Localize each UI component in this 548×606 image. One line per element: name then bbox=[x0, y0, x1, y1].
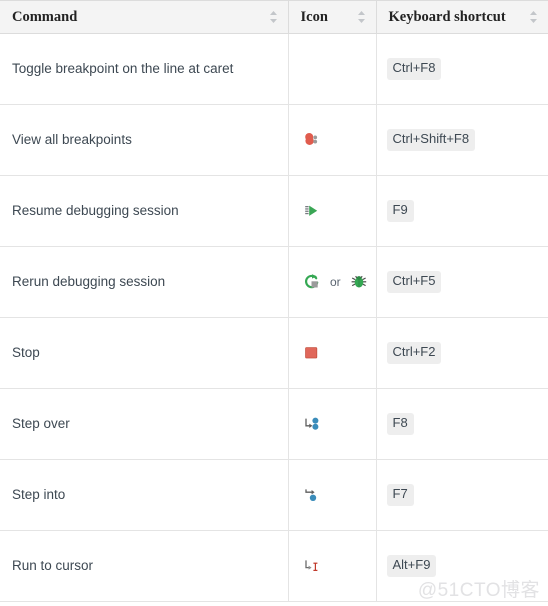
table-row: View all breakpoints Ctrl+Shift+F8 bbox=[0, 104, 548, 176]
header-row: Command Icon Keyboard shortcut bbox=[0, 0, 548, 34]
column-header-command[interactable]: Command bbox=[0, 0, 289, 34]
shortcut-cell: Ctrl+F5 bbox=[376, 246, 548, 318]
shortcut-badge: Ctrl+Shift+F8 bbox=[386, 129, 476, 151]
column-header-keyboard-shortcut-label: Keyboard shortcut bbox=[388, 8, 506, 25]
table-row: Stop Ctrl+F2 bbox=[0, 317, 548, 389]
shortcut-badge: F7 bbox=[386, 484, 414, 506]
table-row: Rerun debugging session or Ctrl+F5 bbox=[0, 246, 548, 318]
command-cell: Toggle breakpoint on the line at caret bbox=[0, 33, 289, 105]
column-header-command-label: Command bbox=[12, 8, 78, 25]
shortcut-badge: Ctrl+F8 bbox=[386, 58, 442, 80]
shortcut-badge: Ctrl+F2 bbox=[386, 342, 442, 364]
shortcut-badge: Alt+F9 bbox=[386, 555, 437, 577]
resume-program-icon bbox=[304, 205, 317, 216]
command-cell: Run to cursor bbox=[0, 530, 289, 602]
debug-bug-icon bbox=[351, 275, 367, 288]
sort-updown-icon[interactable] bbox=[529, 10, 538, 24]
table-row: Toggle breakpoint on the line at caret C… bbox=[0, 33, 548, 105]
command-cell: Resume debugging session bbox=[0, 175, 289, 247]
command-cell: View all breakpoints bbox=[0, 104, 289, 176]
shortcut-cell: F7 bbox=[376, 459, 548, 531]
command-cell: Step over bbox=[0, 388, 289, 460]
command-cell: Stop bbox=[0, 317, 289, 389]
shortcut-badge: F8 bbox=[386, 413, 414, 435]
table-row: Resume debugging session F9 bbox=[0, 175, 548, 247]
table-row: Step over F8 bbox=[0, 388, 548, 460]
icon-cell bbox=[288, 388, 377, 460]
table-header: Command Icon Keyboard shortcut bbox=[0, 0, 548, 34]
command-cell: Step into bbox=[0, 459, 289, 531]
column-header-keyboard-shortcut[interactable]: Keyboard shortcut bbox=[376, 0, 548, 34]
shortcut-cell: F8 bbox=[376, 388, 548, 460]
icon-cell bbox=[288, 530, 377, 602]
icon-cell bbox=[288, 33, 377, 105]
icon-cell bbox=[288, 175, 377, 247]
rerun-icon bbox=[304, 274, 318, 289]
shortcut-badge: Ctrl+F5 bbox=[386, 271, 442, 293]
table-row: Run to cursor Alt+F9 bbox=[0, 530, 548, 602]
icon-cell bbox=[288, 459, 377, 531]
icon-cell bbox=[288, 104, 377, 176]
step-over-icon bbox=[304, 417, 318, 430]
stop-icon bbox=[304, 347, 317, 359]
command-cell: Rerun debugging session bbox=[0, 246, 289, 318]
table-row: Step into F7 bbox=[0, 459, 548, 531]
column-header-icon-label: Icon bbox=[300, 8, 328, 25]
step-into-icon bbox=[304, 489, 316, 501]
shortcut-badge: F9 bbox=[386, 200, 414, 222]
column-header-icon[interactable]: Icon bbox=[288, 0, 377, 34]
shortcut-cell: Alt+F9 bbox=[376, 530, 548, 602]
table-body: Toggle breakpoint on the line at caret C… bbox=[0, 33, 548, 602]
or-label: or bbox=[329, 274, 341, 289]
sort-updown-icon[interactable] bbox=[269, 10, 278, 24]
icon-cell: or bbox=[288, 246, 377, 318]
keyboard-shortcut-table: Command Icon Keyboard shortcut Toggle br… bbox=[0, 0, 548, 602]
breakpoints-icon bbox=[304, 132, 317, 145]
sort-updown-icon[interactable] bbox=[357, 10, 366, 24]
icon-cell bbox=[288, 317, 377, 389]
shortcut-cell: Ctrl+F8 bbox=[376, 33, 548, 105]
shortcut-cell: F9 bbox=[376, 175, 548, 247]
run-to-cursor-icon bbox=[304, 560, 317, 571]
shortcut-cell: Ctrl+F2 bbox=[376, 317, 548, 389]
shortcut-cell: Ctrl+Shift+F8 bbox=[376, 104, 548, 176]
